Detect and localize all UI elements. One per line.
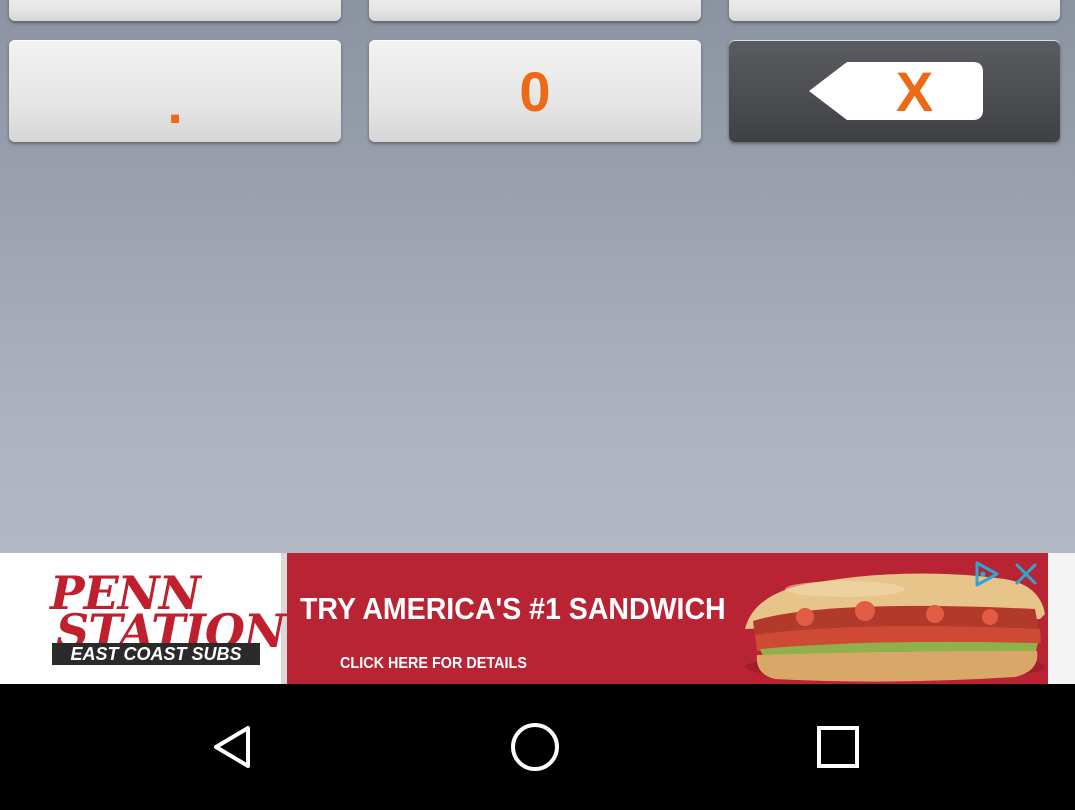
close-icon[interactable] bbox=[1009, 557, 1043, 591]
backspace-button[interactable]: X bbox=[729, 40, 1060, 142]
ad-subline[interactable]: CLICK HERE FOR DETAILS bbox=[340, 655, 527, 673]
zero-button[interactable]: 0 bbox=[369, 40, 701, 142]
logo-tagline: EAST COAST SUBS bbox=[52, 643, 260, 665]
navigation-bar bbox=[0, 684, 1075, 810]
key-top-middle[interactable] bbox=[369, 0, 701, 21]
home-button[interactable] bbox=[500, 714, 570, 780]
decimal-point-button[interactable]: . bbox=[9, 40, 341, 142]
recent-apps-button[interactable] bbox=[803, 714, 873, 780]
decimal-point-label: . bbox=[167, 71, 183, 135]
zero-label: 0 bbox=[519, 59, 551, 123]
keypad-area: . 0 X bbox=[0, 0, 1075, 553]
backspace-icon: X bbox=[807, 59, 983, 123]
back-button[interactable] bbox=[198, 714, 268, 780]
home-circle-icon bbox=[511, 723, 559, 771]
ad-content[interactable]: PENN STATION EAST COAST SUBS TRY AMERICA… bbox=[0, 553, 1048, 684]
ad-logo: PENN STATION EAST COAST SUBS bbox=[0, 553, 287, 684]
back-triangle-icon bbox=[214, 726, 250, 768]
ad-banner[interactable]: PENN STATION EAST COAST SUBS TRY AMERICA… bbox=[0, 553, 1075, 684]
ad-controls bbox=[966, 556, 1046, 592]
key-top-right[interactable] bbox=[729, 0, 1060, 21]
recent-apps-square-icon bbox=[817, 726, 859, 768]
ad-headline: TRY AMERICA'S #1 SANDWICH bbox=[300, 591, 726, 626]
ad-choices-icon[interactable] bbox=[969, 557, 1003, 591]
backspace-label: X bbox=[895, 59, 934, 123]
key-top-left[interactable] bbox=[9, 0, 341, 21]
